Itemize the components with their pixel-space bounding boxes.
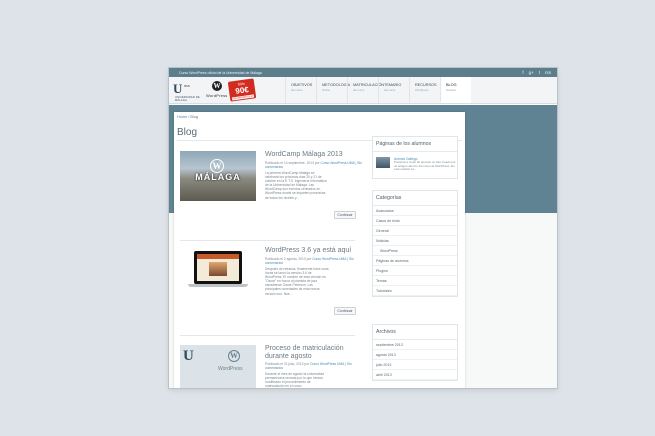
post-author[interactable]: Curso WordPress UMA	[310, 362, 344, 366]
widget-title: Categorías	[373, 191, 457, 206]
category-link[interactable]: Noticias	[373, 236, 457, 246]
nav-item-blog[interactable]: Blog Noticias	[440, 77, 471, 103]
post-excerpt: La primera WordCamp Málaga se celebrará …	[265, 171, 327, 200]
top-bar-text: Curso WordPress oficial de la Universida…	[179, 70, 262, 75]
breadcrumb: Home / Blog	[177, 115, 198, 119]
widget-alumnos: Páginas de los alumnos Antonio Gallego P…	[372, 136, 458, 179]
blog-post: U W WordPress Proceso de matriculación d…	[180, 345, 365, 388]
logo-subtitle: UNIVERSIDAD DE MÁLAGA	[175, 96, 200, 102]
post-title[interactable]: Proceso de matriculación durante agosto	[265, 345, 365, 360]
archive-link[interactable]: julio 2013	[373, 360, 457, 370]
main-nav: Objetivos del curso Metodología Online Mat…	[285, 77, 471, 103]
nav-item-desc: del curso	[353, 88, 365, 92]
post-excerpt: Durante el mes de agosto la universidad …	[265, 372, 325, 388]
nav-item-objetivos[interactable]: Objetivos del curso	[285, 77, 316, 103]
page-title: Blog	[177, 127, 198, 138]
continue-button[interactable]: Continuar	[334, 307, 356, 315]
post-title[interactable]: WordPress 3.6 ya está aquí	[265, 247, 365, 255]
divider	[180, 335, 355, 336]
student-thumbnail	[376, 157, 390, 168]
twitter-icon[interactable]: t	[539, 70, 540, 75]
breadcrumb-current: Blog	[190, 115, 198, 119]
thumbnail-letter: U	[183, 348, 194, 364]
nav-item-label: Metodología	[322, 83, 351, 87]
nav-item-metodologia[interactable]: Metodología Online	[316, 77, 351, 103]
laptop-screen	[197, 254, 239, 281]
category-link[interactable]: Plugins	[373, 266, 457, 276]
category-link[interactable]: Temas	[373, 276, 457, 286]
social-links: f g+ t rss	[522, 70, 551, 75]
post-author[interactable]: Curso WordPress UMA	[312, 257, 346, 261]
post-thumbnail[interactable]: U W WordPress	[180, 345, 256, 388]
wordpress-logo-text: WordPress	[206, 93, 228, 98]
rss-icon[interactable]: rss	[545, 70, 551, 75]
nav-item-label: Blog	[446, 83, 457, 87]
continue-button[interactable]: Continuar	[334, 211, 356, 219]
nav-item-temario[interactable]: Temario del curso	[378, 77, 409, 103]
divider	[180, 240, 355, 241]
site-logo[interactable]: U ma UNIVERSIDAD DE MÁLAGA	[173, 81, 207, 102]
student-page-item[interactable]: Antonio Gallego Presenta a modo de ejemp…	[373, 152, 457, 174]
post-thumbnail[interactable]	[180, 247, 256, 297]
logo-ma: ma	[184, 83, 190, 88]
laptop-base	[188, 284, 248, 287]
nav-item-recursos[interactable]: Recursos Wordpress	[409, 77, 440, 103]
browser-screenshot: Curso WordPress oficial de la Universida…	[169, 68, 557, 388]
post-author[interactable]: Curso WordPress UMA	[321, 161, 355, 165]
nav-item-desc: del curso	[291, 88, 303, 92]
nav-item-desc: del curso	[384, 88, 396, 92]
facebook-icon[interactable]: f	[522, 70, 523, 75]
price-badge[interactable]: Sólo 90€ cursowordpress.es	[227, 78, 257, 102]
thumbnail-text: WordPress	[218, 366, 243, 372]
site-header: U ma UNIVERSIDAD DE MÁLAGA W WordPress S…	[169, 77, 557, 104]
wordpress-logo: W WordPress	[206, 81, 228, 101]
nav-item-label: Recursos	[415, 83, 437, 87]
google-plus-icon[interactable]: g+	[529, 70, 534, 75]
logo-letter: U	[173, 81, 183, 96]
content-card: Home / Blog Blog W MÁLAGA WordCamp Málag…	[174, 112, 465, 388]
student-description: Presenta a modo de ejemplo un sitio crea…	[394, 160, 456, 171]
archive-link[interactable]: septiembre 2013	[373, 340, 457, 350]
post-meta: Publicado el 14 septiembre, 2013 por Cur…	[265, 161, 363, 169]
wordpress-icon: W	[212, 81, 222, 91]
category-link[interactable]: Avanzados	[373, 206, 457, 216]
widget-archivos: Archivos septiembre 2013 agosto 2013 jul…	[372, 324, 458, 381]
category-link[interactable]: Páginas de alumnos	[373, 256, 457, 266]
nav-item-matriculacion[interactable]: Matriculación del curso	[347, 77, 385, 103]
category-link[interactable]: General	[373, 226, 457, 236]
category-link[interactable]: WordPress	[373, 246, 457, 256]
category-link[interactable]: Casos de éxito	[373, 216, 457, 226]
nav-item-desc: Online	[322, 88, 331, 92]
post-excerpt: Después de retrasos, finalmente hace una…	[265, 267, 329, 296]
post-meta: Publicado el 2 agosto, 2013 por Curso Wo…	[265, 257, 354, 265]
post-title[interactable]: WordCamp Málaga 2013	[265, 151, 365, 159]
widget-categorias: Categorías Avanzados Casos de éxito Gene…	[372, 190, 458, 297]
nav-item-label: Objetivos	[291, 83, 313, 87]
nav-item-desc: Noticias	[446, 88, 456, 92]
top-bar: Curso WordPress oficial de la Universida…	[169, 68, 557, 77]
archive-link[interactable]: agosto 2013	[373, 350, 457, 360]
archive-link[interactable]: abril 2013	[373, 370, 457, 380]
breadcrumb-home[interactable]: Home	[177, 115, 187, 119]
post-meta: Publicado el 31 julio, 2013 por Curso Wo…	[265, 362, 352, 370]
nav-item-label: Matriculación	[353, 83, 385, 87]
nav-item-desc: Wordpress	[415, 88, 429, 92]
wordpress-icon: W	[228, 350, 240, 362]
wordpress-icon: W	[210, 159, 224, 173]
thumbnail-text: MÁLAGA	[195, 172, 241, 182]
widget-title: Archivos	[373, 325, 457, 340]
blog-post: WordPress 3.6 ya está aquí Publicado el …	[180, 247, 365, 327]
nav-item-label: Temario	[384, 83, 402, 87]
post-thumbnail[interactable]: W MÁLAGA	[180, 151, 256, 201]
widget-title: Páginas de los alumnos	[373, 137, 457, 152]
blog-post: W MÁLAGA WordCamp Málaga 2013 Publicado …	[180, 151, 365, 231]
category-link[interactable]: Tutoriales	[373, 286, 457, 296]
